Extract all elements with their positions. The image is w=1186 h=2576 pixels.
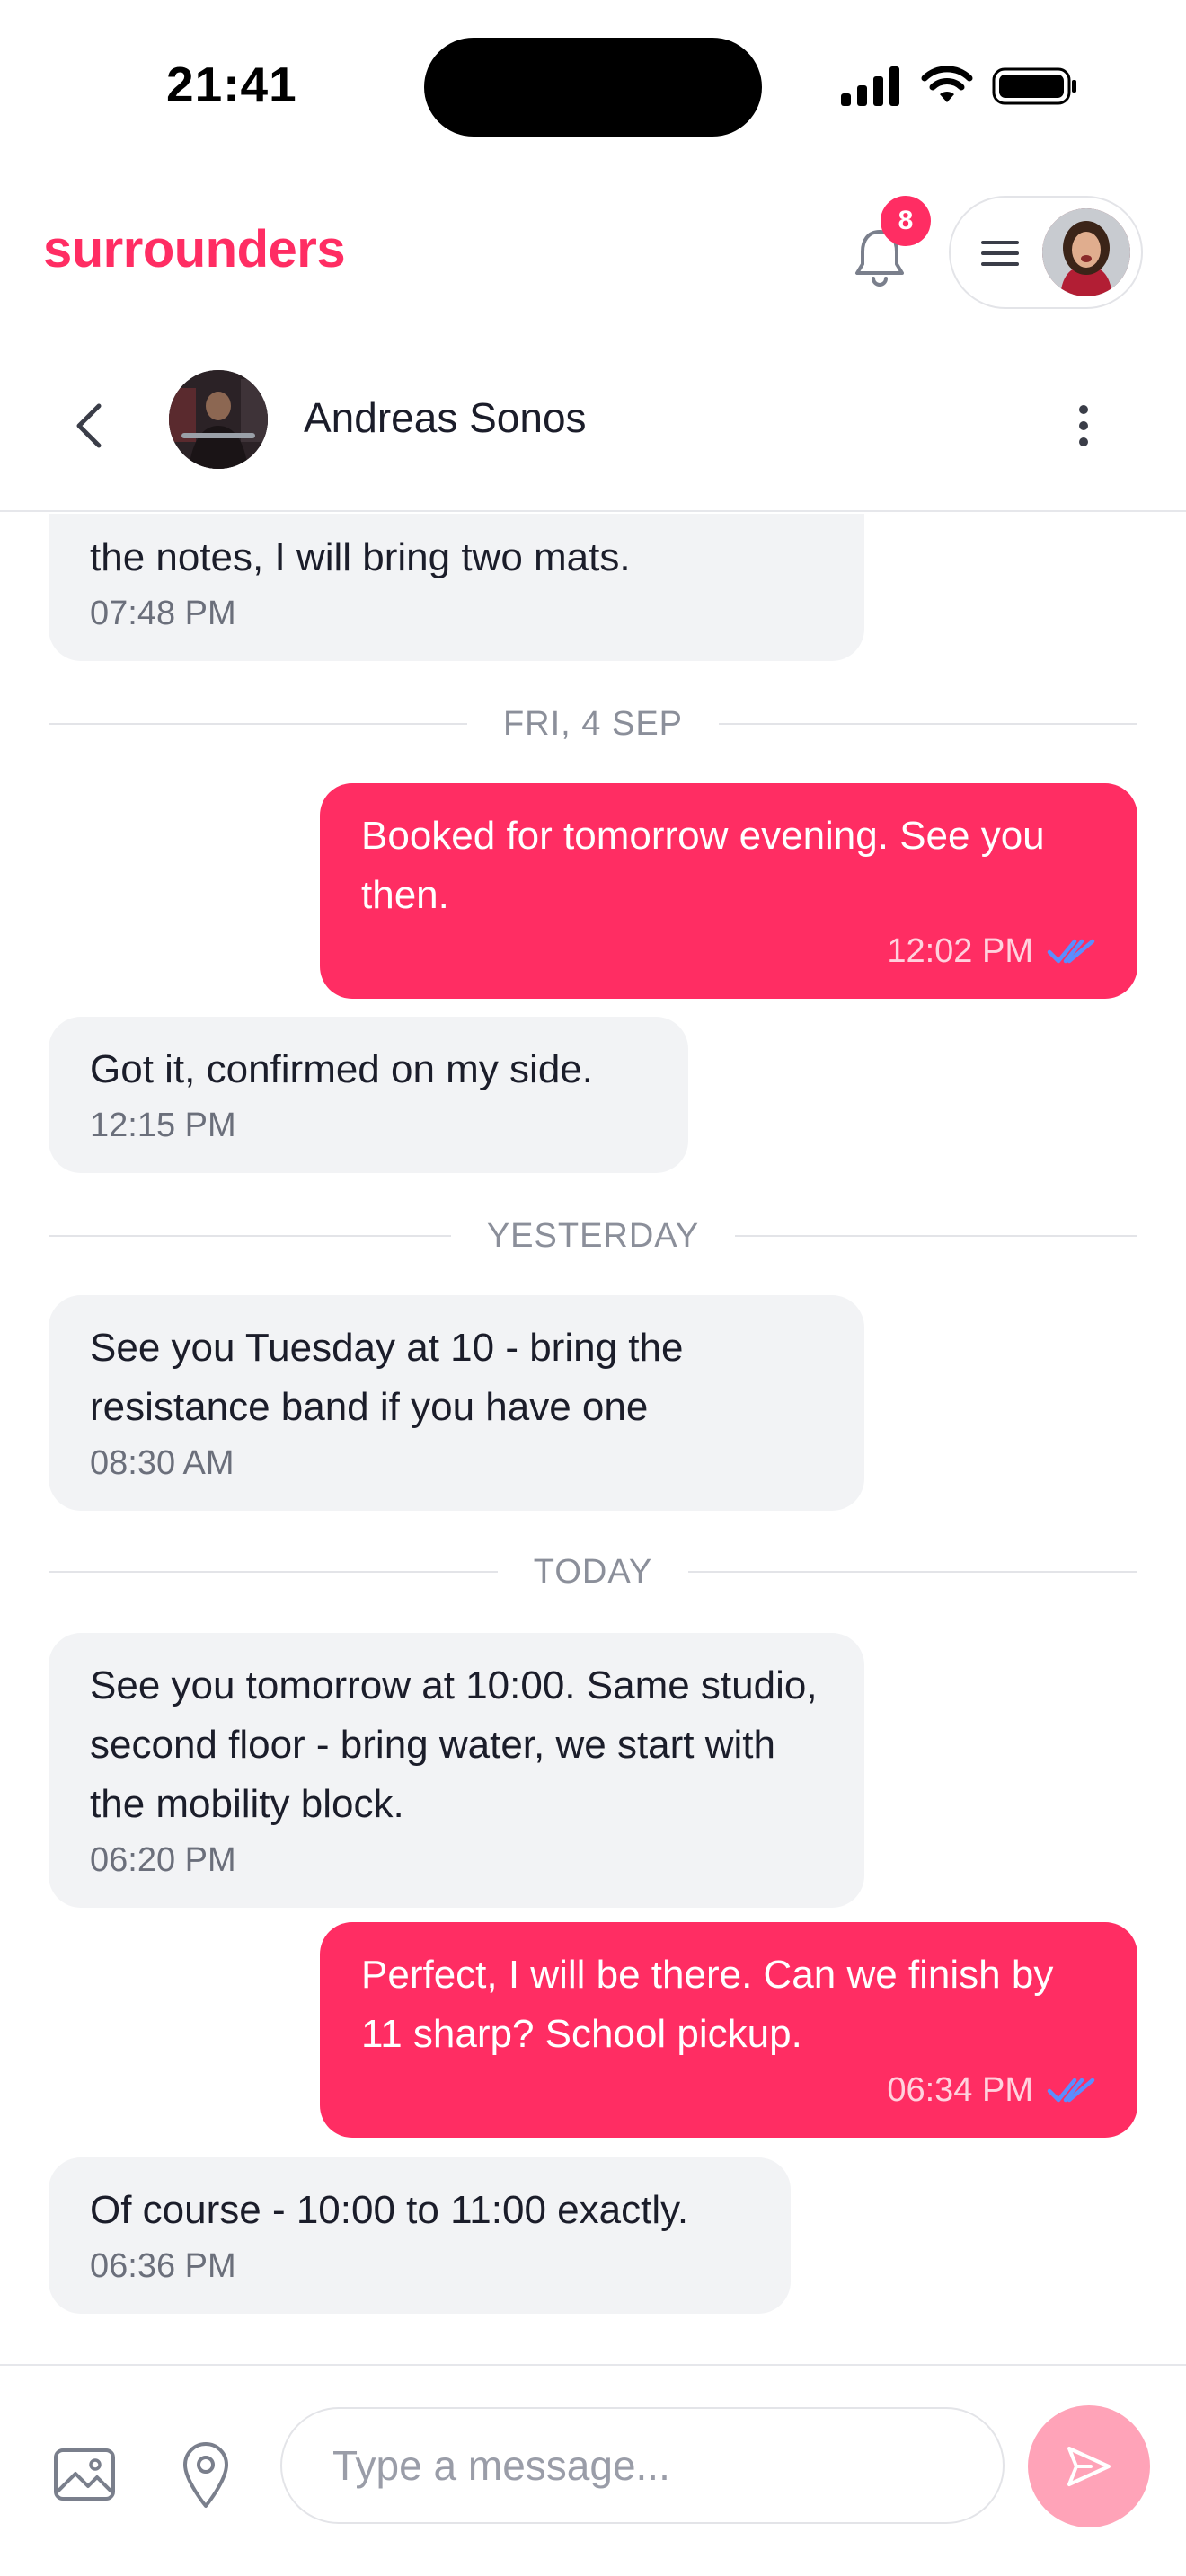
chat-header: Andreas Sonos	[0, 354, 1186, 512]
double-check-icon	[1047, 2078, 1095, 2103]
double-check-icon	[1047, 939, 1095, 964]
more-vertical-icon[interactable]	[1066, 390, 1102, 462]
notification-badge: 8	[881, 196, 931, 246]
message-time: 08:30 AM	[90, 1444, 235, 1482]
cellular-signal-icon	[841, 66, 899, 106]
message-bubble-incoming[interactable]: Got it, confirmed on my side. 12:15 PM	[49, 1017, 688, 1173]
chat-screen: 21:41 surrounders 8 Andreas Sonos the no…	[0, 0, 1186, 2576]
message-bubble-incoming[interactable]: See you Tuesday at 10 - bring the resist…	[49, 1295, 864, 1511]
message-time: 07:48 PM	[90, 595, 236, 632]
date-separator-label: YESTERDAY	[486, 1216, 700, 1255]
status-time: 21:41	[166, 57, 297, 112]
message-time: 06:34 PM	[361, 2064, 1096, 2116]
hamburger-icon	[981, 241, 1019, 266]
user-avatar	[1042, 208, 1130, 296]
message-time: 12:15 PM	[90, 1107, 236, 1144]
date-separator-label: FRI, 4 SEP	[502, 704, 684, 743]
brand-logo[interactable]: surrounders	[43, 219, 346, 279]
contact-avatar[interactable]	[169, 370, 268, 469]
date-separator-label: TODAY	[533, 1552, 653, 1591]
message-composer	[0, 2364, 1186, 2576]
date-separator: YESTERDAY	[49, 1209, 1138, 1263]
date-separator: TODAY	[49, 1545, 1137, 1599]
message-text: Booked for tomorrow evening. See you the…	[361, 814, 1045, 917]
message-text: Perfect, I will be there. Can we finish …	[361, 1953, 1054, 2056]
message-time: 12:02 PM	[361, 925, 1096, 977]
location-pin-icon[interactable]	[178, 2438, 234, 2511]
message-list[interactable]: the notes, I will bring two mats. 07:48 …	[0, 514, 1186, 2364]
message-time: 06:20 PM	[90, 1841, 236, 1879]
image-icon[interactable]	[52, 2447, 117, 2502]
message-text: See you tomorrow at 10:00. Same studio, …	[90, 1663, 818, 1826]
message-bubble-incoming[interactable]: the notes, I will bring two mats. 07:48 …	[49, 514, 864, 661]
message-bubble-incoming[interactable]: See you tomorrow at 10:00. Same studio, …	[49, 1633, 864, 1908]
message-text: See you Tuesday at 10 - bring the resist…	[90, 1326, 684, 1429]
message-text: Of course - 10:00 to 11:00 exactly.	[90, 2188, 689, 2232]
date-separator: FRI, 4 SEP	[49, 697, 1137, 751]
battery-icon	[992, 67, 1076, 105]
status-bar: 21:41	[0, 0, 1186, 171]
message-text: Got it, confirmed on my side.	[90, 1047, 593, 1091]
message-input[interactable]	[280, 2407, 1005, 2524]
contact-name[interactable]: Andreas Sonos	[304, 393, 587, 442]
dynamic-island	[424, 38, 762, 137]
message-bubble-outgoing[interactable]: Booked for tomorrow evening. See you the…	[320, 783, 1137, 999]
send-icon	[1067, 2447, 1111, 2486]
message-bubble-incoming[interactable]: Of course - 10:00 to 11:00 exactly. 06:3…	[49, 2157, 791, 2314]
message-bubble-outgoing[interactable]: Perfect, I will be there. Can we finish …	[320, 1922, 1137, 2138]
account-menu-button[interactable]	[949, 196, 1143, 309]
app-header: surrounders 8	[0, 180, 1186, 332]
wifi-icon	[921, 66, 973, 102]
message-text: the notes, I will bring two mats.	[90, 535, 631, 579]
message-time: 06:36 PM	[90, 2247, 236, 2285]
chevron-left-icon[interactable]	[63, 390, 117, 462]
send-button[interactable]	[1028, 2405, 1150, 2527]
